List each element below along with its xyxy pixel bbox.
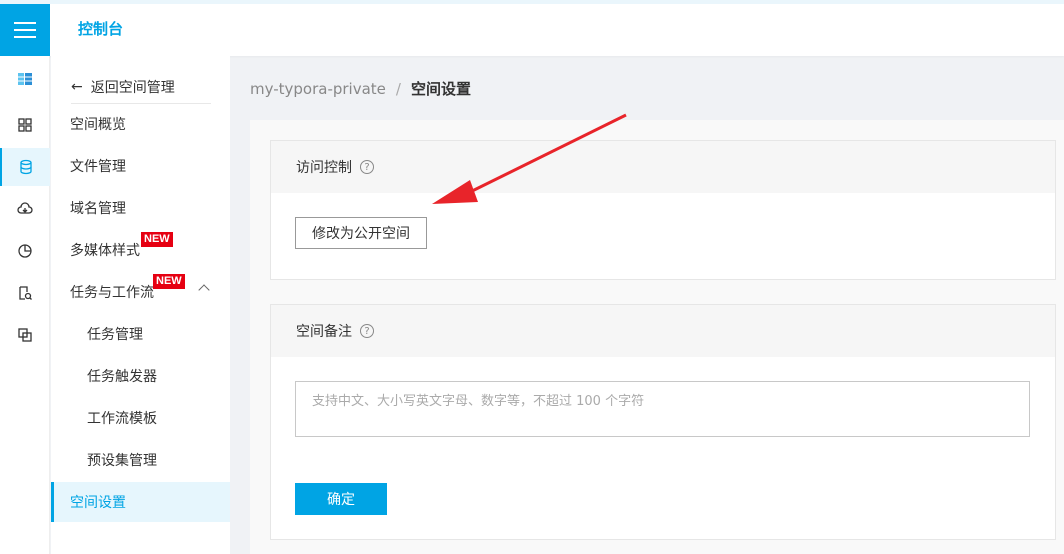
nav-item-label: 任务触发器	[87, 369, 157, 385]
remark-placeholder: 支持中文、大小写英文字母、数字等，不超过 100 个字符	[312, 394, 645, 409]
card-header: 空间备注 ?	[271, 305, 1055, 357]
arrow-left-icon: ←	[71, 78, 83, 95]
cloud-icon[interactable]	[0, 190, 50, 228]
nav-item-files[interactable]: 文件管理	[51, 146, 230, 186]
nav-item-label: 任务与工作流	[70, 285, 154, 301]
chevron-up-icon[interactable]	[198, 284, 210, 296]
nav-item-label: 多媒体样式	[70, 243, 140, 259]
document-search-icon[interactable]	[0, 274, 50, 312]
back-link-label: 返回空间管理	[90, 79, 175, 96]
menu-icon[interactable]	[0, 4, 50, 56]
nav-item-overview[interactable]: 空间概览	[51, 104, 230, 144]
nav-item-label: 文件管理	[70, 159, 126, 175]
pie-chart-icon[interactable]	[0, 232, 50, 270]
nav-item-domains[interactable]: 域名管理	[51, 188, 230, 228]
bucket-icon[interactable]	[0, 60, 50, 98]
nav-item-media-style[interactable]: 多媒体样式 NEW	[51, 230, 230, 270]
new-badge: NEW	[153, 274, 185, 289]
remark-textarea[interactable]: 支持中文、大小写英文字母、数字等，不超过 100 个字符	[295, 381, 1030, 437]
nav-item-label: 域名管理	[70, 201, 126, 217]
main-panel: 访问控制 ? 修改为公开空间 空间备注 ? 支持中文、大小写英文字母、数字等，不…	[250, 120, 1064, 554]
bucket-remark-card: 空间备注 ? 支持中文、大小写英文字母、数字等，不超过 100 个字符 确定	[270, 304, 1056, 540]
nav-item-label: 空间设置	[70, 495, 126, 511]
card-header: 访问控制 ?	[271, 141, 1055, 193]
top-bar: 控制台	[0, 4, 1064, 56]
help-icon[interactable]: ?	[360, 160, 374, 174]
card-title: 空间备注	[296, 324, 352, 340]
icon-rail	[0, 56, 50, 554]
page-title: 空间设置	[410, 80, 471, 98]
nav-item-task-triggers[interactable]: 任务触发器	[51, 356, 230, 396]
nav-item-workflow-templates[interactable]: 工作流模板	[51, 398, 230, 438]
nav-item-label: 空间概览	[70, 117, 126, 133]
side-nav: ← 返回空间管理 空间概览 文件管理 域名管理 多媒体样式 NEW 任务与工作流…	[51, 56, 230, 554]
app-title[interactable]: 控制台	[78, 18, 123, 39]
breadcrumb-bucket[interactable]: my-typora-private	[250, 80, 386, 98]
access-control-card: 访问控制 ? 修改为公开空间	[270, 140, 1056, 280]
nav-item-label: 工作流模板	[87, 411, 157, 427]
breadcrumb: my-typora-private / 空间设置	[250, 78, 471, 99]
help-icon[interactable]: ?	[360, 324, 374, 338]
make-public-button[interactable]: 修改为公开空间	[295, 217, 427, 249]
card-title: 访问控制	[296, 160, 352, 176]
breadcrumb-separator: /	[395, 79, 401, 98]
back-to-bucket-list-link[interactable]: ← 返回空间管理	[71, 70, 211, 104]
nav-item-task-management[interactable]: 任务管理	[51, 314, 230, 354]
new-badge: NEW	[141, 232, 173, 247]
nav-item-bucket-settings[interactable]: 空间设置	[51, 482, 230, 522]
grid-icon[interactable]	[0, 106, 50, 144]
confirm-button[interactable]: 确定	[295, 483, 387, 515]
nav-item-presets[interactable]: 预设集管理	[51, 440, 230, 480]
database-icon[interactable]	[0, 148, 50, 186]
image-process-icon[interactable]	[0, 316, 50, 354]
nav-item-label: 预设集管理	[87, 453, 157, 469]
nav-item-tasks-workflows[interactable]: 任务与工作流 NEW	[51, 272, 230, 312]
nav-item-label: 任务管理	[87, 327, 143, 343]
